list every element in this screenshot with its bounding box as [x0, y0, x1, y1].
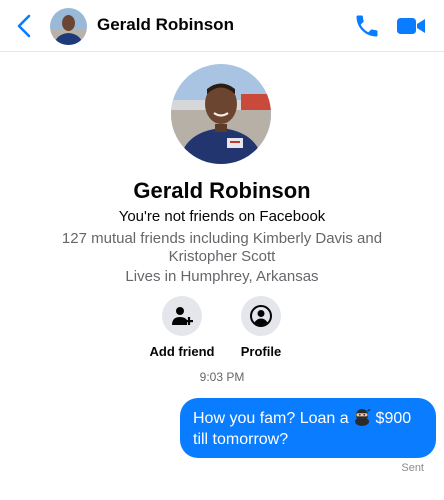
- back-button[interactable]: [12, 10, 38, 42]
- profile-picture: [171, 64, 271, 164]
- chevron-left-icon: [17, 14, 31, 38]
- profile-photo[interactable]: [171, 64, 271, 164]
- add-friend-label: Add friend: [149, 344, 215, 359]
- profile-label: Profile: [240, 344, 282, 359]
- add-friend-button[interactable]: Add friend: [142, 296, 222, 359]
- mutual-friends: 127 mutual friends including Kimberly Da…: [61, 230, 383, 265]
- phone-icon: [356, 15, 378, 37]
- profile-icon: [250, 305, 272, 327]
- friend-status: You're not friends on Facebook: [118, 208, 326, 225]
- chat-header: Gerald Robinson: [0, 0, 444, 52]
- view-profile-button[interactable]: Profile: [221, 296, 301, 359]
- avatar-photo: [50, 8, 87, 45]
- delivery-status: Sent: [401, 462, 424, 474]
- video-camera-icon: [397, 18, 425, 34]
- message-timestamp: 9:03 PM: [199, 370, 245, 384]
- profile-name: Gerald Robinson: [133, 178, 311, 203]
- audio-call-button[interactable]: [353, 12, 381, 40]
- video-call-button[interactable]: [396, 13, 426, 39]
- message-text-before: How you fam? Loan a: [193, 410, 354, 427]
- outgoing-message-bubble[interactable]: How you fam? Loan a $900 till tomorrow?: [180, 398, 436, 458]
- add-person-icon: [172, 307, 193, 325]
- add-friend-circle: [162, 296, 202, 336]
- profile-circle: [241, 296, 281, 336]
- location: Lives in Humphrey, Arkansas: [125, 268, 319, 285]
- ninja-emoji-icon: [355, 408, 371, 426]
- contact-name[interactable]: Gerald Robinson: [97, 15, 234, 35]
- header-avatar[interactable]: [50, 8, 87, 45]
- messenger-chat-screen: Gerald Robinson Gerald Robinson You're n…: [0, 0, 444, 500]
